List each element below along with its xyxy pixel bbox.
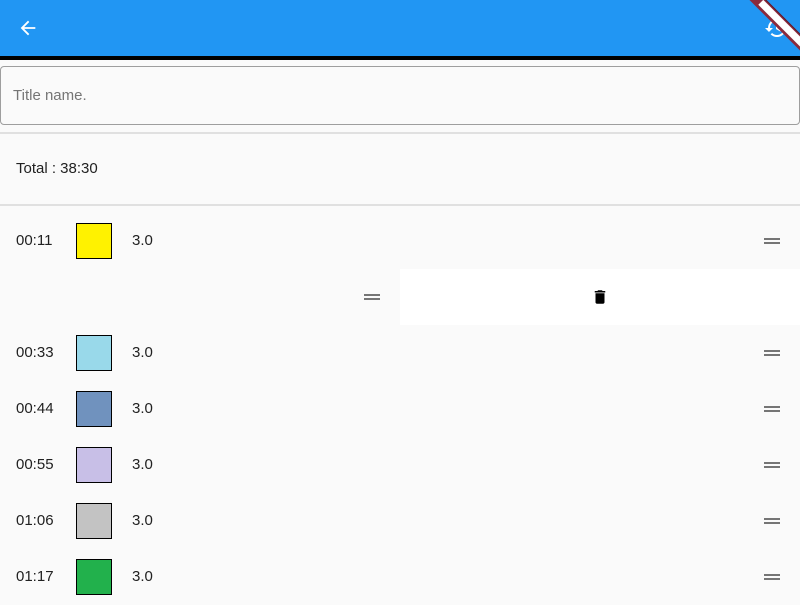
- drag-handle-icon[interactable]: [762, 457, 782, 473]
- divider: [0, 132, 800, 134]
- app-bar: [0, 0, 800, 56]
- list-item[interactable]: 01:17 3.0: [0, 549, 800, 605]
- drag-handle-icon[interactable]: [762, 345, 782, 361]
- list-item[interactable]: 00:33 3.0: [0, 325, 800, 381]
- color-swatch[interactable]: [76, 391, 112, 427]
- list-item[interactable]: 00:55 3.0: [0, 437, 800, 493]
- item-time: 00:11: [16, 232, 53, 249]
- divider: [0, 204, 800, 206]
- color-swatch[interactable]: [76, 503, 112, 539]
- drag-handle-icon[interactable]: [762, 513, 782, 529]
- drag-handle-icon[interactable]: [762, 569, 782, 585]
- item-time: 00:44: [16, 400, 54, 417]
- item-value: 3.0: [132, 232, 153, 249]
- color-swatch[interactable]: [76, 559, 112, 595]
- drag-handle-icon[interactable]: [762, 233, 782, 249]
- arrow-back-icon: [20, 20, 36, 36]
- item-time: 01:17: [16, 568, 54, 585]
- total-label: Total : 38:30: [16, 160, 98, 177]
- list-item[interactable]: 01:06 3.0: [0, 493, 800, 549]
- item-value: 3.0: [132, 344, 153, 361]
- item-value: 3.0: [132, 456, 153, 473]
- item-time: 01:06: [16, 512, 54, 529]
- item-time: 00:55: [16, 456, 54, 473]
- back-button[interactable]: [12, 12, 44, 44]
- color-swatch[interactable]: [76, 447, 112, 483]
- restore-icon: [765, 19, 786, 38]
- list-item[interactable]: 00:11 3.0: [0, 213, 800, 269]
- list-item[interactable]: 00:44 3.0: [0, 381, 800, 437]
- title-name-field[interactable]: [0, 66, 800, 125]
- title-name-input[interactable]: [1, 67, 799, 124]
- restore-button[interactable]: [760, 12, 792, 44]
- color-swatch[interactable]: [76, 223, 112, 259]
- item-value: 3.0: [132, 512, 153, 529]
- item-value: 3.0: [132, 568, 153, 585]
- drag-handle-icon[interactable]: [762, 401, 782, 417]
- delete-icon[interactable]: [591, 287, 609, 307]
- drag-handle-icon[interactable]: [362, 289, 382, 305]
- swipe-delete-area[interactable]: [400, 269, 800, 325]
- item-value: 3.0: [132, 400, 153, 417]
- item-time: 00:33: [16, 344, 54, 361]
- app-bar-bottom-border: [0, 56, 800, 60]
- color-swatch[interactable]: [76, 335, 112, 371]
